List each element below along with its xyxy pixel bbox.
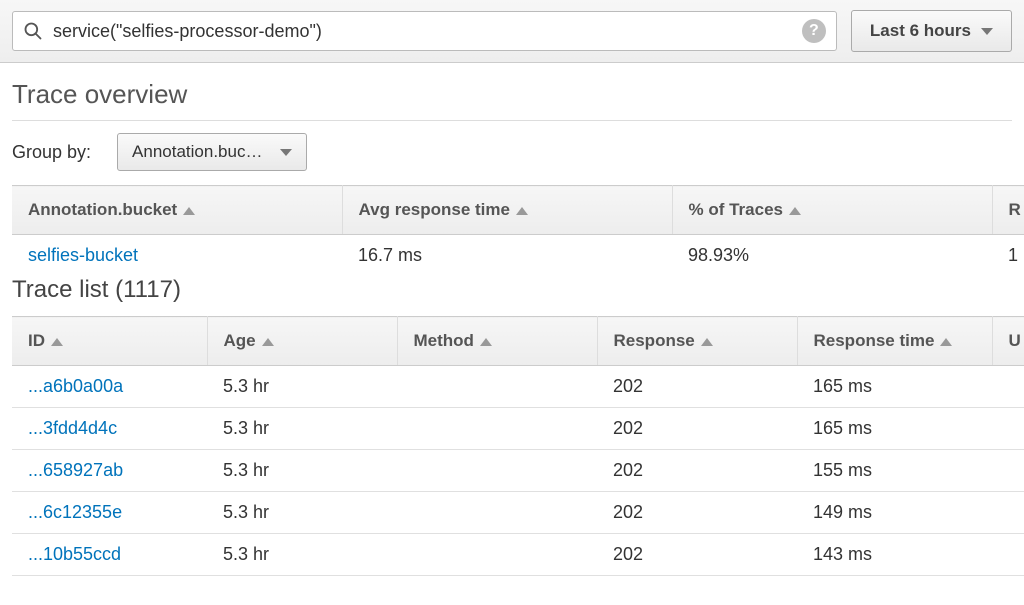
method-cell <box>397 534 597 576</box>
response-time-cell: 143 ms <box>797 534 992 576</box>
col-annotation-bucket[interactable]: Annotation.bucket <box>12 186 342 235</box>
age-cell: 5.3 hr <box>207 366 397 408</box>
col-id[interactable]: ID <box>12 317 207 366</box>
trace-list-table: ID Age Method Response Response time U .… <box>12 316 1024 576</box>
response-cell: 202 <box>597 534 797 576</box>
col-response-time[interactable]: Response time <box>797 317 992 366</box>
group-by-label: Group by: <box>12 142 91 163</box>
response-cell: 202 <box>597 366 797 408</box>
method-cell <box>397 366 597 408</box>
top-bar: ? Last 6 hours <box>0 0 1024 63</box>
trace-id-link[interactable]: ...6c12355e <box>28 502 122 522</box>
col-trailing[interactable]: R <box>992 186 1024 235</box>
avg-response-cell: 16.7 ms <box>342 235 672 277</box>
sort-asc-icon <box>183 207 195 215</box>
trailing-cell <box>992 366 1024 408</box>
age-cell: 5.3 hr <box>207 492 397 534</box>
method-cell <box>397 492 597 534</box>
trailing-cell <box>992 492 1024 534</box>
pct-traces-cell: 98.93% <box>672 235 992 277</box>
table-row: ...a6b0a00a 5.3 hr 202165 ms <box>12 366 1024 408</box>
table-row: ...6c12355e 5.3 hr 202149 ms <box>12 492 1024 534</box>
age-cell: 5.3 hr <box>207 408 397 450</box>
trailing-cell <box>992 450 1024 492</box>
response-time-cell: 165 ms <box>797 366 992 408</box>
group-by-select[interactable]: Annotation.buc… <box>117 133 307 171</box>
table-row: ...658927ab 5.3 hr 202155 ms <box>12 450 1024 492</box>
response-time-cell: 149 ms <box>797 492 992 534</box>
chevron-down-icon <box>981 28 993 35</box>
age-cell: 5.3 hr <box>207 450 397 492</box>
sort-asc-icon <box>940 338 952 346</box>
col-trailing[interactable]: U <box>992 317 1024 366</box>
col-pct-traces[interactable]: % of Traces <box>672 186 992 235</box>
search-input[interactable] <box>43 21 802 42</box>
method-cell <box>397 408 597 450</box>
response-cell: 202 <box>597 408 797 450</box>
sort-asc-icon <box>516 207 528 215</box>
trace-id-link[interactable]: ...a6b0a00a <box>28 376 123 396</box>
list-header-row: ID Age Method Response Response time U <box>12 317 1024 366</box>
time-range-button[interactable]: Last 6 hours <box>851 10 1012 52</box>
group-by-row: Group by: Annotation.buc… <box>0 133 1024 185</box>
overview-row: selfies-bucket 16.7 ms 98.93% 1 <box>12 235 1024 277</box>
response-cell: 202 <box>597 450 797 492</box>
table-row: ...10b55ccd 5.3 hr 202143 ms <box>12 534 1024 576</box>
trailing-cell: 1 <box>992 235 1024 277</box>
chevron-down-icon <box>280 149 292 156</box>
trailing-cell <box>992 534 1024 576</box>
group-by-value: Annotation.buc… <box>132 142 262 162</box>
sort-asc-icon <box>262 338 274 346</box>
col-method[interactable]: Method <box>397 317 597 366</box>
sort-asc-icon <box>701 338 713 346</box>
trace-list-title: Trace list (1117) <box>0 276 1024 316</box>
trace-id-link[interactable]: ...658927ab <box>28 460 123 480</box>
response-cell: 202 <box>597 492 797 534</box>
bucket-link[interactable]: selfies-bucket <box>28 245 138 265</box>
col-response[interactable]: Response <box>597 317 797 366</box>
sort-asc-icon <box>789 207 801 215</box>
trace-id-link[interactable]: ...3fdd4d4c <box>28 418 117 438</box>
search-icon <box>23 21 43 41</box>
col-age[interactable]: Age <box>207 317 397 366</box>
sort-asc-icon <box>480 338 492 346</box>
col-avg-response[interactable]: Avg response time <box>342 186 672 235</box>
sort-asc-icon <box>51 338 63 346</box>
method-cell <box>397 450 597 492</box>
time-range-label: Last 6 hours <box>870 21 971 41</box>
response-time-cell: 155 ms <box>797 450 992 492</box>
overview-table: Annotation.bucket Avg response time % of… <box>12 185 1024 276</box>
trace-id-link[interactable]: ...10b55ccd <box>28 544 121 564</box>
response-time-cell: 165 ms <box>797 408 992 450</box>
table-row: ...3fdd4d4c 5.3 hr 202165 ms <box>12 408 1024 450</box>
help-icon[interactable]: ? <box>802 19 826 43</box>
search-field-wrapper[interactable]: ? <box>12 11 837 51</box>
divider <box>12 120 1012 121</box>
age-cell: 5.3 hr <box>207 534 397 576</box>
trailing-cell <box>992 408 1024 450</box>
overview-header-row: Annotation.bucket Avg response time % of… <box>12 186 1024 235</box>
overview-title: Trace overview <box>0 63 1024 120</box>
